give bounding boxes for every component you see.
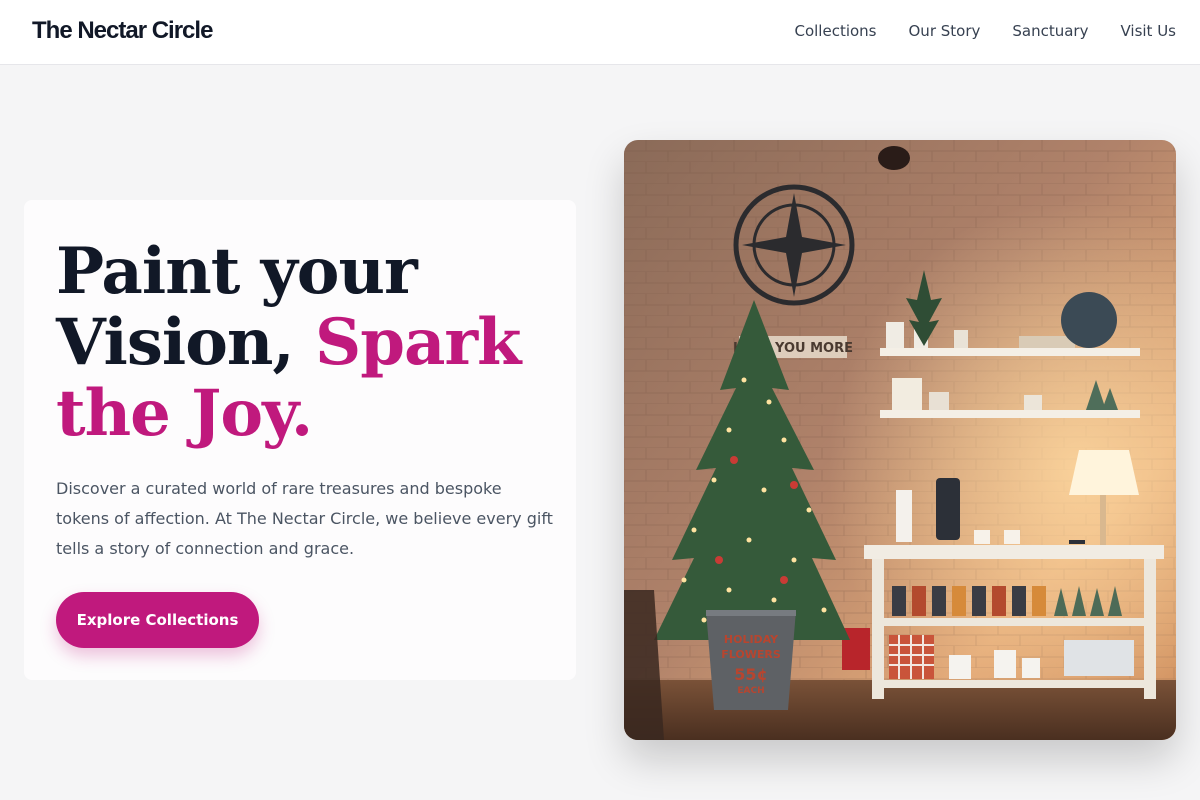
headline-accent-joy: the Joy. — [56, 376, 313, 451]
hero-description: Discover a curated world of rare treasur… — [56, 479, 553, 558]
hero-photo: LOVE YOU MORE HOLIDAY FLOWERS 55¢ EACH — [624, 140, 1176, 740]
headline-line-2: Vision, — [56, 305, 315, 380]
nav-link-visit-us[interactable]: Visit Us — [1120, 22, 1176, 40]
nav-link-collections[interactable]: Collections — [794, 22, 876, 40]
ceiling-lamp-icon — [878, 146, 910, 170]
top-navigation-bar: The Nectar Circle Collections Our Story … — [0, 0, 1200, 65]
nav-link-our-story[interactable]: Our Story — [909, 22, 981, 40]
compass-wall-decor-icon — [733, 184, 855, 306]
svg-text:EACH: EACH — [737, 686, 764, 696]
nav-link-sanctuary[interactable]: Sanctuary — [1012, 22, 1088, 40]
svg-text:55¢: 55¢ — [734, 665, 767, 684]
hero-headline: Paint your Vision, Spark the Joy. — [56, 236, 556, 449]
hero-card: Paint your Vision, Spark the Joy. Discov… — [24, 200, 576, 680]
headline-line-1: Paint your — [56, 234, 418, 309]
explore-collections-button[interactable]: Explore Collections — [56, 592, 259, 648]
main-nav: Collections Our Story Sanctuary Visit Us — [794, 22, 1176, 40]
shop-interior-illustration: LOVE YOU MORE HOLIDAY FLOWERS 55¢ EACH — [624, 140, 1176, 740]
headline-accent-spark: Spark — [314, 305, 521, 380]
svg-text:HOLIDAY: HOLIDAY — [724, 633, 779, 646]
svg-text:FLOWERS: FLOWERS — [721, 648, 781, 661]
wooden-floor — [624, 680, 1176, 740]
brand-logo[interactable]: The Nectar Circle — [32, 17, 213, 45]
holiday-flowers-bucket: HOLIDAY FLOWERS 55¢ EACH — [706, 610, 796, 710]
